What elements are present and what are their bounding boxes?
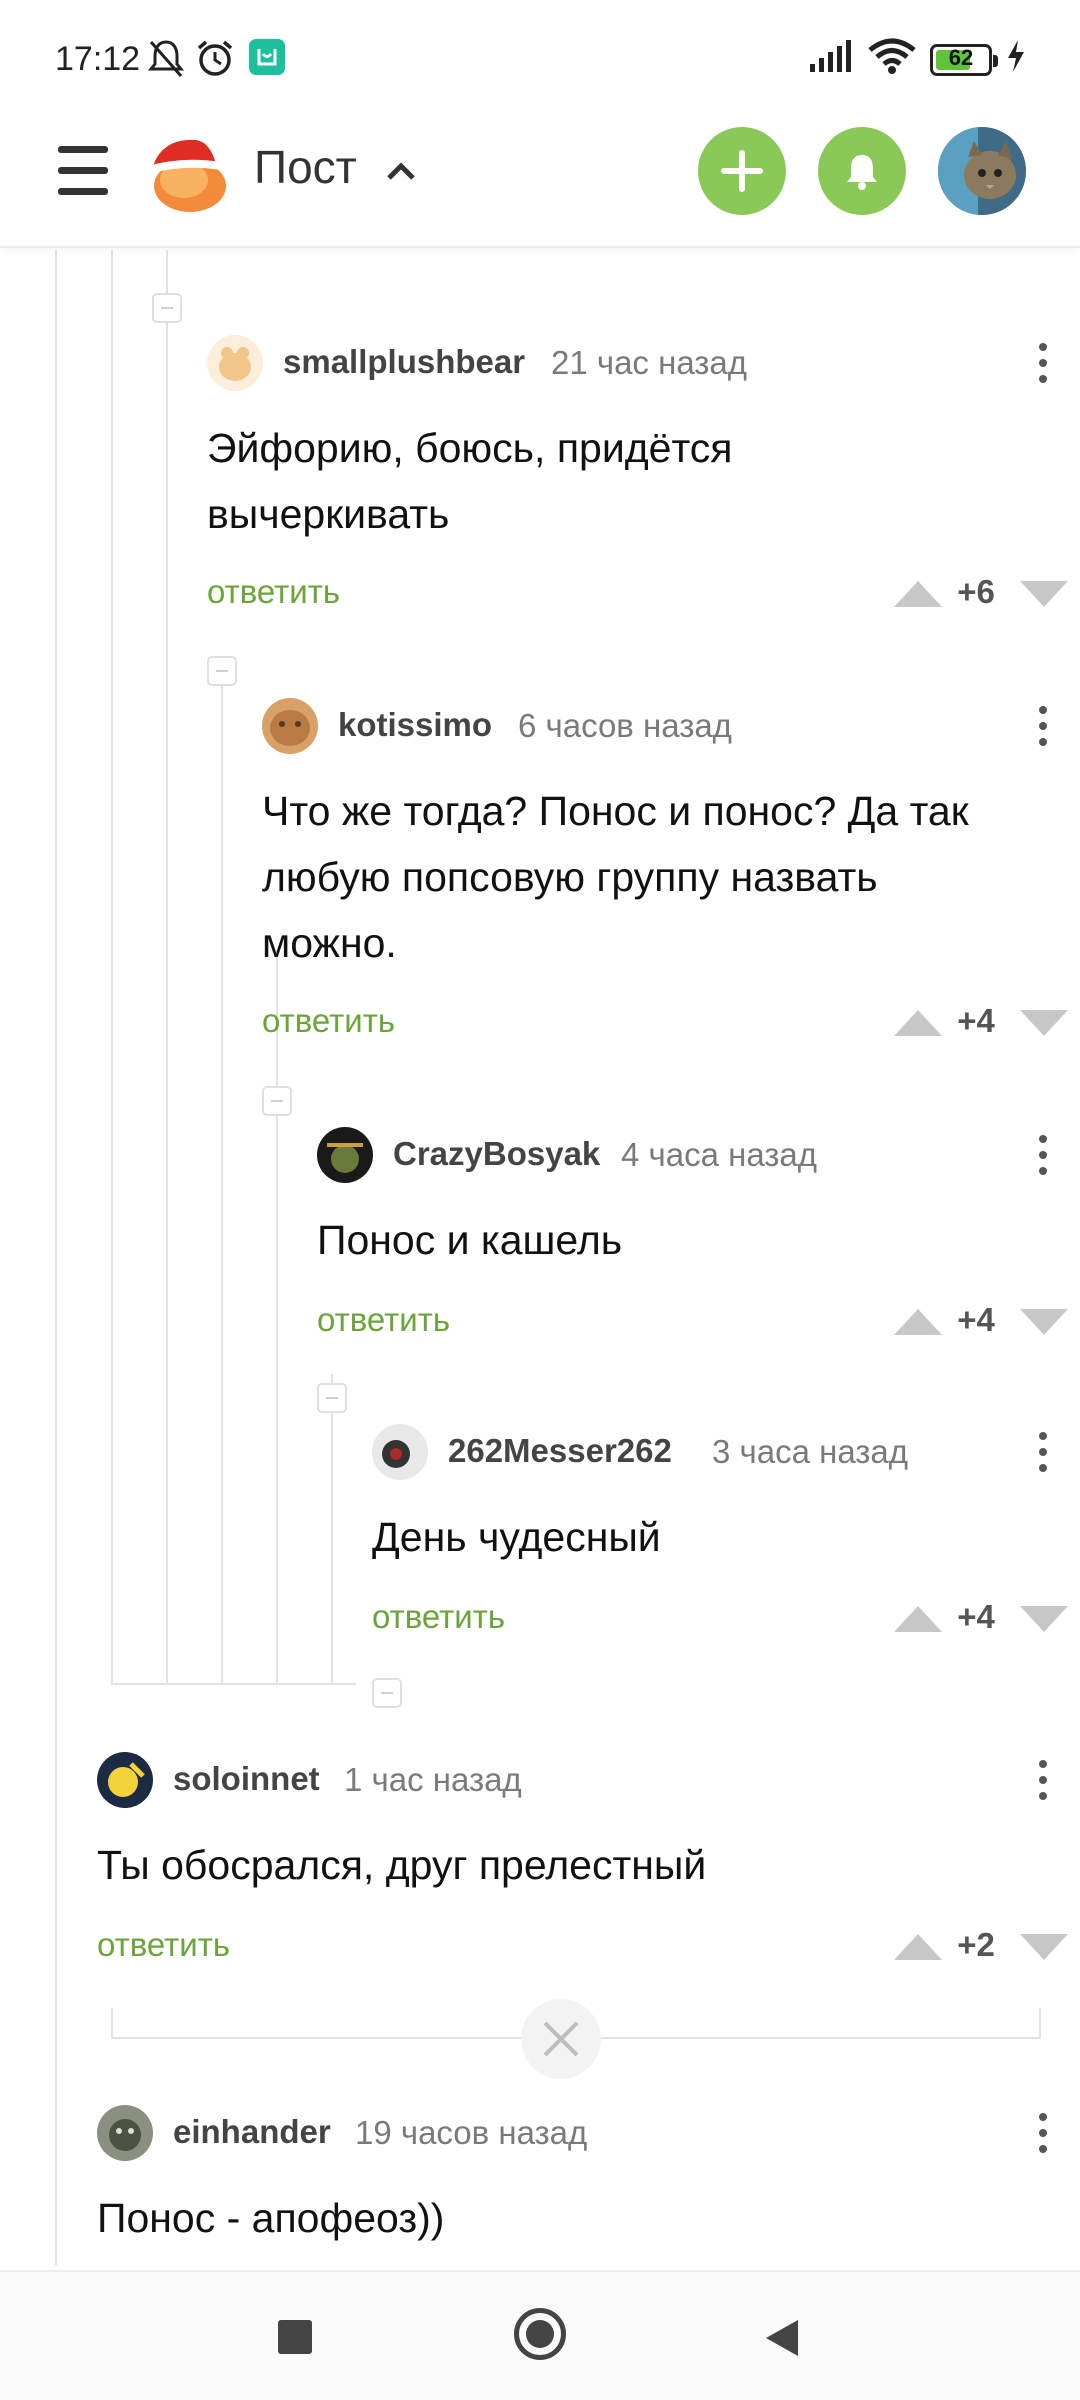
comment-score: +4 [957,1598,995,1635]
comment-score: +4 [957,1002,995,1039]
thread-line [111,2008,113,2038]
avatar[interactable] [97,2105,153,2161]
collapse-thread-button[interactable] [317,1383,347,1413]
comment-time: 19 часов назад [355,2114,588,2151]
close-thread-button[interactable] [521,1999,601,2079]
comment-text: Понос - апофеоз)) [97,2195,445,2241]
comment-time: 1 час назад [344,1761,522,1798]
collapse-thread-button[interactable] [207,656,237,686]
comment-time: 21 час назад [551,344,748,381]
more-options-icon[interactable] [1028,2109,1058,2157]
comment-author[interactable]: smallplushbear [283,343,525,381]
downvote-icon[interactable] [1018,1307,1070,1337]
thread-line [1039,2008,1041,2038]
reply-button[interactable]: ответить [372,1598,505,1636]
upvote-icon[interactable] [892,1604,944,1634]
comment-text: Понос и кашель [317,1217,623,1263]
comment-score: +6 [957,573,995,610]
menu-icon[interactable] [58,146,108,196]
battery-level: 62 [948,45,974,70]
bell-muted-icon [148,40,184,77]
avatar[interactable] [372,1424,428,1480]
add-post-button[interactable] [698,127,786,215]
comment: CrazyBosyak 4 часа назад Понос и кашель … [317,1127,1080,1367]
thread-line [221,671,223,1685]
app-header: Пост [0,118,1080,248]
downvote-icon[interactable] [1018,1604,1070,1634]
reply-button[interactable]: ответить [317,1301,450,1339]
comment-author[interactable]: soloinnet [173,1760,320,1798]
avatar[interactable] [317,1127,373,1183]
thread-line [111,250,113,1685]
status-time: 17:12 [55,40,141,78]
comment-author[interactable]: einhander [173,2113,331,2151]
downvote-icon[interactable] [1018,1008,1070,1038]
downvote-icon[interactable] [1018,1932,1070,1962]
chevron-up-icon[interactable] [384,156,418,186]
wifi-icon [868,38,916,74]
thread-line [166,250,168,1685]
comment: kotissimo 6 часов назад Что же тогда? По… [262,698,1080,1040]
comment-time: 3 часа назад [712,1433,909,1470]
comment-text: День чудесный [372,1514,661,1560]
alarm-icon [197,40,233,76]
collapse-thread-button[interactable] [152,293,182,323]
plus-icon [721,150,763,192]
avatar[interactable] [207,335,263,391]
user-avatar[interactable] [938,127,1026,215]
comment-score: +2 [957,1926,995,1963]
comment: einhander 19 часов назад Понос - апофеоз… [97,2105,1080,2265]
cat-avatar-image [938,127,1026,215]
comment-text: Эйфорию, боюсь, придётся вычеркивать [207,425,733,537]
bell-icon [847,155,877,190]
signal-icon [810,40,851,72]
charging-icon [1008,40,1024,72]
thread-line [111,1683,356,1685]
reply-button[interactable]: ответить [207,573,340,611]
collapse-thread-button[interactable] [372,1678,402,1708]
comments-feed: smallplushbear 21 час назад Эйфорию, бою… [0,250,1080,2270]
back-button[interactable] [762,2316,802,2360]
avatar[interactable] [97,1752,153,1808]
upvote-icon[interactable] [892,579,944,609]
home-button[interactable] [514,2308,566,2360]
upvote-icon[interactable] [892,1307,944,1337]
more-options-icon[interactable] [1028,702,1058,750]
thread-line [331,1374,333,1685]
pikabu-logo[interactable] [140,128,230,218]
comment-score: +4 [957,1301,995,1338]
comment-author[interactable]: 262Messer262 [448,1432,672,1470]
more-options-icon[interactable] [1028,1131,1058,1179]
system-navigation-bar [0,2270,1080,2400]
notifications-button[interactable] [818,127,906,215]
comment-text: Ты обосрался, друг прелестный [97,1842,707,1888]
collapse-thread-button[interactable] [262,1086,292,1116]
upvote-icon[interactable] [892,1008,944,1038]
thread-line [55,250,57,2265]
app-notification-icon [249,39,285,75]
close-icon [543,2021,579,2057]
more-options-icon[interactable] [1028,1756,1058,1804]
thread-line [276,951,278,1685]
comment-author[interactable]: kotissimo [338,706,492,744]
page-title[interactable]: Пост [254,140,357,194]
comment-time: 6 часов назад [518,707,732,744]
recent-apps-button[interactable] [278,2320,312,2354]
downvote-icon[interactable] [1018,579,1070,609]
battery-indicator: 62 [930,44,998,76]
more-options-icon[interactable] [1028,1428,1058,1476]
comment: soloinnet 1 час назад Ты обосрался, друг… [97,1752,1080,1992]
reply-button[interactable]: ответить [97,1926,230,1964]
upvote-icon[interactable] [892,1932,944,1962]
avatar[interactable] [262,698,318,754]
comment: smallplushbear 21 час назад Эйфорию, бою… [207,335,1080,635]
comment: 262Messer262 3 часа назад День чудесный … [372,1424,1080,1664]
comment-author[interactable]: CrazyBosyak [393,1135,600,1173]
comment-text: Что же тогда? Понос и понос? Да так любу… [262,788,969,966]
status-bar: 17:12 62 [0,0,1080,118]
reply-button[interactable]: ответить [262,1002,395,1040]
comment-time: 4 часа назад [621,1136,818,1173]
more-options-icon[interactable] [1028,339,1058,387]
